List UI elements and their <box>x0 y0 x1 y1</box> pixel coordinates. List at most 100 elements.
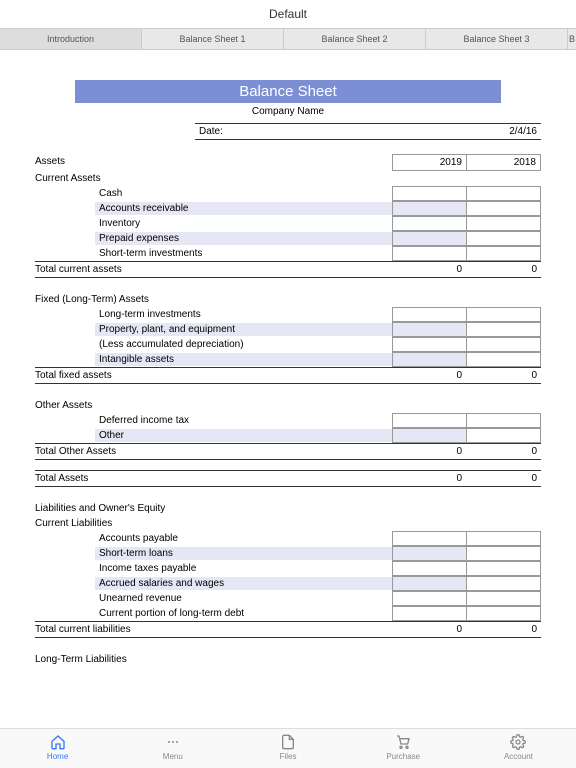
year-1[interactable]: 2019 <box>392 154 467 171</box>
cell[interactable] <box>392 307 467 322</box>
cell[interactable] <box>392 216 467 231</box>
total-current-assets: Total current assets <box>35 262 391 277</box>
cell[interactable] <box>392 322 467 337</box>
tab-balance-sheet-1[interactable]: Balance Sheet 1 <box>142 29 284 49</box>
cell[interactable] <box>466 186 541 201</box>
tab-balance-sheet-2[interactable]: Balance Sheet 2 <box>284 29 426 49</box>
cell[interactable] <box>466 546 541 561</box>
row-lti: Long-term investments <box>95 308 393 321</box>
nav-files[interactable]: Files <box>230 729 345 768</box>
total-val: 0 <box>466 262 541 277</box>
total-val: 0 <box>391 622 466 637</box>
nav-label: Purchase <box>346 752 461 761</box>
nav-account[interactable]: Account <box>461 729 576 768</box>
row-intangible: Intangible assets <box>95 353 393 366</box>
row-other: Other <box>95 429 393 442</box>
total-val: 0 <box>466 471 541 486</box>
row-inventory: Inventory <box>95 217 393 230</box>
cell[interactable] <box>466 591 541 606</box>
total-current-liabilities: Total current liabilities <box>35 622 391 637</box>
cell[interactable] <box>392 591 467 606</box>
cell[interactable] <box>392 546 467 561</box>
company-name[interactable]: Company Name <box>35 103 541 123</box>
nav-menu[interactable]: Menu <box>115 729 230 768</box>
cell[interactable] <box>466 322 541 337</box>
sheet-banner: Balance Sheet <box>75 80 501 103</box>
cell[interactable] <box>466 606 541 621</box>
cell[interactable] <box>466 561 541 576</box>
total-val: 0 <box>466 444 541 459</box>
cell[interactable] <box>392 201 467 216</box>
assets-heading: Assets <box>35 154 393 171</box>
total-val: 0 <box>466 368 541 383</box>
cell[interactable] <box>466 216 541 231</box>
row-dit: Deferred income tax <box>95 414 393 427</box>
row-ppe: Property, plant, and equipment <box>95 323 393 336</box>
cell[interactable] <box>466 231 541 246</box>
date-label: Date: <box>195 124 466 139</box>
cell[interactable] <box>466 531 541 546</box>
cell[interactable] <box>466 201 541 216</box>
cell[interactable] <box>392 531 467 546</box>
row-stl: Short-term loans <box>95 547 393 560</box>
tab-balance-sheet-3[interactable]: Balance Sheet 3 <box>426 29 568 49</box>
cell[interactable] <box>466 337 541 352</box>
row-ap: Accounts payable <box>95 532 393 545</box>
cell[interactable] <box>466 428 541 443</box>
cell[interactable] <box>466 352 541 367</box>
nav-label: Home <box>0 752 115 761</box>
gear-icon <box>461 733 576 751</box>
cell[interactable] <box>466 576 541 591</box>
home-icon <box>0 733 115 751</box>
nav-label: Files <box>230 752 345 761</box>
row-dep: (Less accumulated depreciation) <box>95 338 393 351</box>
cell[interactable] <box>392 428 467 443</box>
row-cpd: Current portion of long-term debt <box>95 607 393 620</box>
cell[interactable] <box>392 186 467 201</box>
row-prepaid: Prepaid expenses <box>95 232 393 245</box>
total-val: 0 <box>391 262 466 277</box>
total-val: 0 <box>391 471 466 486</box>
cell[interactable] <box>392 352 467 367</box>
total-val: 0 <box>391 444 466 459</box>
row-asw: Accrued salaries and wages <box>95 577 393 590</box>
nav-purchase[interactable]: Purchase <box>346 729 461 768</box>
cell[interactable] <box>392 606 467 621</box>
long-term-liabilities-heading: Long-Term Liabilities <box>35 652 541 667</box>
cell[interactable] <box>466 413 541 428</box>
cart-icon <box>346 733 461 751</box>
nav-home[interactable]: Home <box>0 729 115 768</box>
row-ur: Unearned revenue <box>95 592 393 605</box>
total-fixed-assets: Total fixed assets <box>35 368 391 383</box>
nav-label: Account <box>461 752 576 761</box>
row-cash: Cash <box>95 187 393 200</box>
total-assets: Total Assets <box>35 471 391 486</box>
liabilities-heading: Liabilities and Owner's Equity <box>35 501 541 516</box>
cell[interactable] <box>392 413 467 428</box>
current-assets-heading: Current Assets <box>35 171 541 186</box>
total-other-assets: Total Other Assets <box>35 444 391 459</box>
other-assets-heading: Other Assets <box>35 398 541 413</box>
total-val: 0 <box>391 368 466 383</box>
files-icon <box>230 733 345 751</box>
tab-more[interactable]: B <box>568 29 576 49</box>
cell[interactable] <box>392 337 467 352</box>
date-value[interactable]: 2/4/16 <box>466 124 541 139</box>
cell[interactable] <box>392 576 467 591</box>
tab-introduction[interactable]: Introduction <box>0 29 142 49</box>
year-2[interactable]: 2018 <box>466 154 541 171</box>
cell[interactable] <box>392 246 467 261</box>
cell[interactable] <box>392 231 467 246</box>
cell[interactable] <box>392 561 467 576</box>
row-ar: Accounts receivable <box>95 202 393 215</box>
date-row: Date: 2/4/16 <box>195 123 541 140</box>
row-itp: Income taxes payable <box>95 562 393 575</box>
nav-label: Menu <box>115 752 230 761</box>
sheet-tabs: Introduction Balance Sheet 1 Balance She… <box>0 28 576 50</box>
cell[interactable] <box>466 307 541 322</box>
total-val: 0 <box>466 622 541 637</box>
bottom-nav: Home Menu Files Purchase Account <box>0 728 576 768</box>
window-title: Default <box>0 0 576 28</box>
cell[interactable] <box>466 246 541 261</box>
row-sti: Short-term investments <box>95 247 393 260</box>
